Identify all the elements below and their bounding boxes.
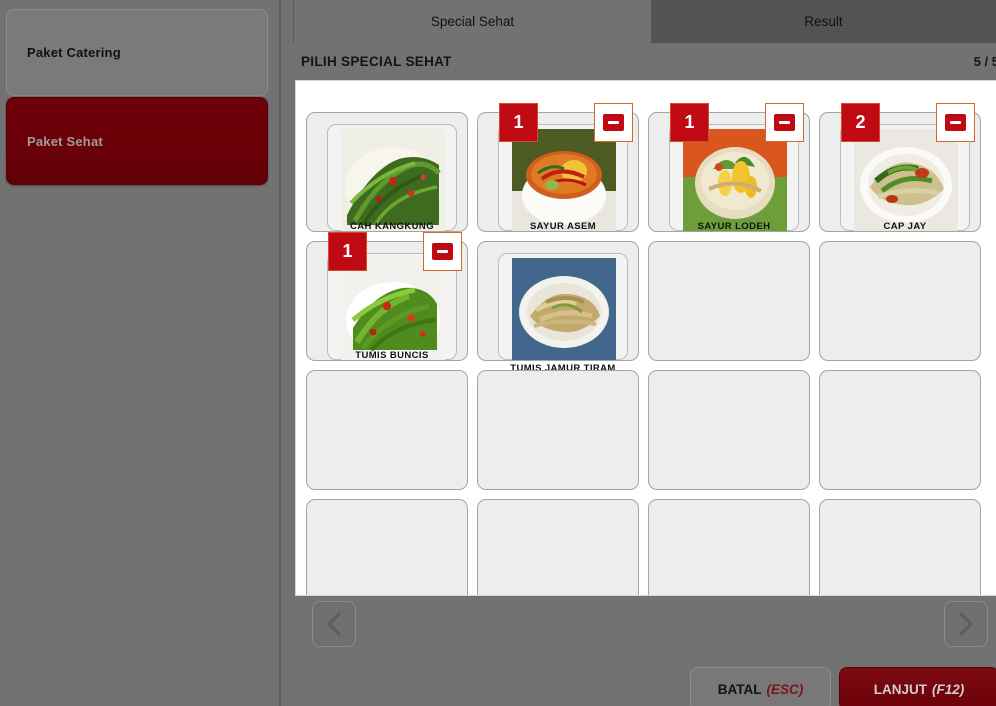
page-title: PILIH SPECIAL SEHAT: [301, 54, 452, 69]
sayur-lodeh-photo: [683, 129, 787, 231]
menu-item-name: SAYUR LODEH: [697, 221, 771, 232]
cancel-button[interactable]: BATAL (ESC): [690, 667, 831, 706]
menu-cell: CAP JAY 2: [819, 103, 990, 232]
minus-icon: [432, 243, 453, 260]
sidebar-item-paket-sehat[interactable]: Paket Sehat: [6, 97, 268, 185]
menu-cell: [306, 499, 477, 595]
menu-item-body[interactable]: SAYUR ASEM 1: [498, 103, 633, 232]
quantity-badge: 1: [499, 103, 538, 142]
continue-button[interactable]: LANJUT (F12): [839, 667, 996, 706]
quantity-badge: 2: [841, 103, 880, 142]
minus-bar: [779, 121, 790, 124]
tumis-jamur-tiram-photo: [512, 258, 616, 360]
menu-item-body[interactable]: CAH KANGKUNG: [327, 124, 457, 232]
minus-icon: [945, 114, 966, 131]
menu-item-name: SAYUR ASEM: [529, 221, 597, 232]
menu-item-card[interactable]: TUMIS JAMUR TIRAM: [477, 241, 639, 374]
menu-cell: [819, 370, 990, 490]
menu-slot-empty[interactable]: [648, 370, 810, 490]
continue-button-shortcut: (F12): [931, 681, 965, 697]
minus-icon: [774, 114, 795, 131]
minus-icon: [603, 114, 624, 131]
main-pane: Special Sehat Result PILIH SPECIAL SEHAT…: [283, 0, 996, 706]
menu-cell: [648, 499, 819, 595]
menu-slot-empty[interactable]: [819, 499, 981, 595]
cancel-button-label: BATAL: [717, 681, 762, 697]
sidebar-item-label: Paket Catering: [27, 45, 121, 60]
menu-cell: TUMIS BUNCIS 1: [306, 232, 477, 361]
app-root: Paket Catering Paket Sehat Special Sehat…: [0, 0, 996, 706]
menu-item-name: CAP JAY: [883, 221, 927, 232]
continue-button-label: LANJUT: [873, 681, 927, 697]
minus-bar: [950, 121, 961, 124]
menu-cell: CAH KANGKUNG: [306, 112, 477, 232]
tab-label: Result: [804, 14, 843, 29]
prev-page-button[interactable]: [312, 601, 356, 647]
sidebar: Paket Catering Paket Sehat: [0, 0, 281, 706]
menu-cell: [306, 370, 477, 490]
cap-jay-photo: [854, 129, 958, 231]
menu-slot-empty[interactable]: [819, 241, 981, 361]
menu-item-body[interactable]: SAYUR LODEH 1: [669, 103, 804, 232]
menu-cell: [648, 241, 819, 361]
quantity-badge: 1: [670, 103, 709, 142]
menu-item-card[interactable]: CAH KANGKUNG: [306, 112, 468, 232]
chevron-right-icon: [958, 611, 974, 637]
menu-panel: CAH KANGKUNG SAYUR ASEM 1 SAYUR LODEH 1 CA…: [295, 80, 996, 596]
menu-item-card[interactable]: SAYUR ASEM 1: [477, 103, 639, 232]
menu-item-card[interactable]: CAP JAY 2: [819, 103, 981, 232]
tab-label: Special Sehat: [430, 14, 515, 29]
tab-special-sehat[interactable]: Special Sehat: [293, 0, 651, 43]
menu-cell: [648, 370, 819, 490]
tumis-buncis-photo: [341, 258, 445, 360]
chevron-left-icon: [326, 611, 342, 637]
menu-slot-empty[interactable]: [306, 499, 468, 595]
menu-item-body[interactable]: TUMIS BUNCIS 1: [327, 232, 462, 361]
minus-bar: [608, 121, 619, 124]
menu-cell: [477, 370, 648, 490]
sayur-asem-photo: [512, 129, 616, 231]
decrease-quantity-button[interactable]: [423, 232, 462, 271]
quantity-badge: 1: [328, 232, 367, 271]
next-page-button[interactable]: [944, 601, 988, 647]
cah-kangkung-photo: [341, 129, 445, 231]
minus-bar: [437, 250, 448, 253]
decrease-quantity-button[interactable]: [765, 103, 804, 142]
menu-cell: SAYUR LODEH 1: [648, 103, 819, 232]
menu-slot-empty[interactable]: [648, 241, 810, 361]
menu-slot-empty[interactable]: [819, 370, 981, 490]
menu-cell: [819, 241, 990, 361]
menu-item-body[interactable]: TUMIS JAMUR TIRAM: [498, 253, 628, 374]
menu-cell: SAYUR ASEM 1: [477, 103, 648, 232]
menu-item-name: TUMIS BUNCIS: [355, 350, 429, 361]
menu-grid: CAH KANGKUNG SAYUR ASEM 1 SAYUR LODEH 1 CA…: [306, 103, 996, 595]
menu-slot-empty[interactable]: [306, 370, 468, 490]
menu-cell: [819, 499, 990, 595]
tab-bar: Special Sehat Result: [283, 0, 996, 43]
cancel-button-shortcut: (ESC): [766, 681, 804, 697]
menu-item-card[interactable]: TUMIS BUNCIS 1: [306, 232, 468, 361]
menu-item-card[interactable]: SAYUR LODEH 1: [648, 103, 810, 232]
sidebar-item-label: Paket Sehat: [27, 133, 103, 149]
menu-item-body[interactable]: CAP JAY 2: [840, 103, 975, 232]
menu-cell: [477, 499, 648, 595]
menu-slot-empty[interactable]: [477, 370, 639, 490]
tab-result[interactable]: Result: [651, 0, 996, 43]
sidebar-item-paket-catering[interactable]: Paket Catering: [6, 9, 268, 96]
decrease-quantity-button[interactable]: [594, 103, 633, 142]
page-header: PILIH SPECIAL SEHAT 5 / 5: [293, 43, 996, 80]
menu-slot-empty[interactable]: [648, 499, 810, 595]
menu-cell: TUMIS JAMUR TIRAM: [477, 241, 648, 374]
menu-slot-empty[interactable]: [477, 499, 639, 595]
decrease-quantity-button[interactable]: [936, 103, 975, 142]
selection-counter: 5 / 5: [973, 54, 996, 69]
